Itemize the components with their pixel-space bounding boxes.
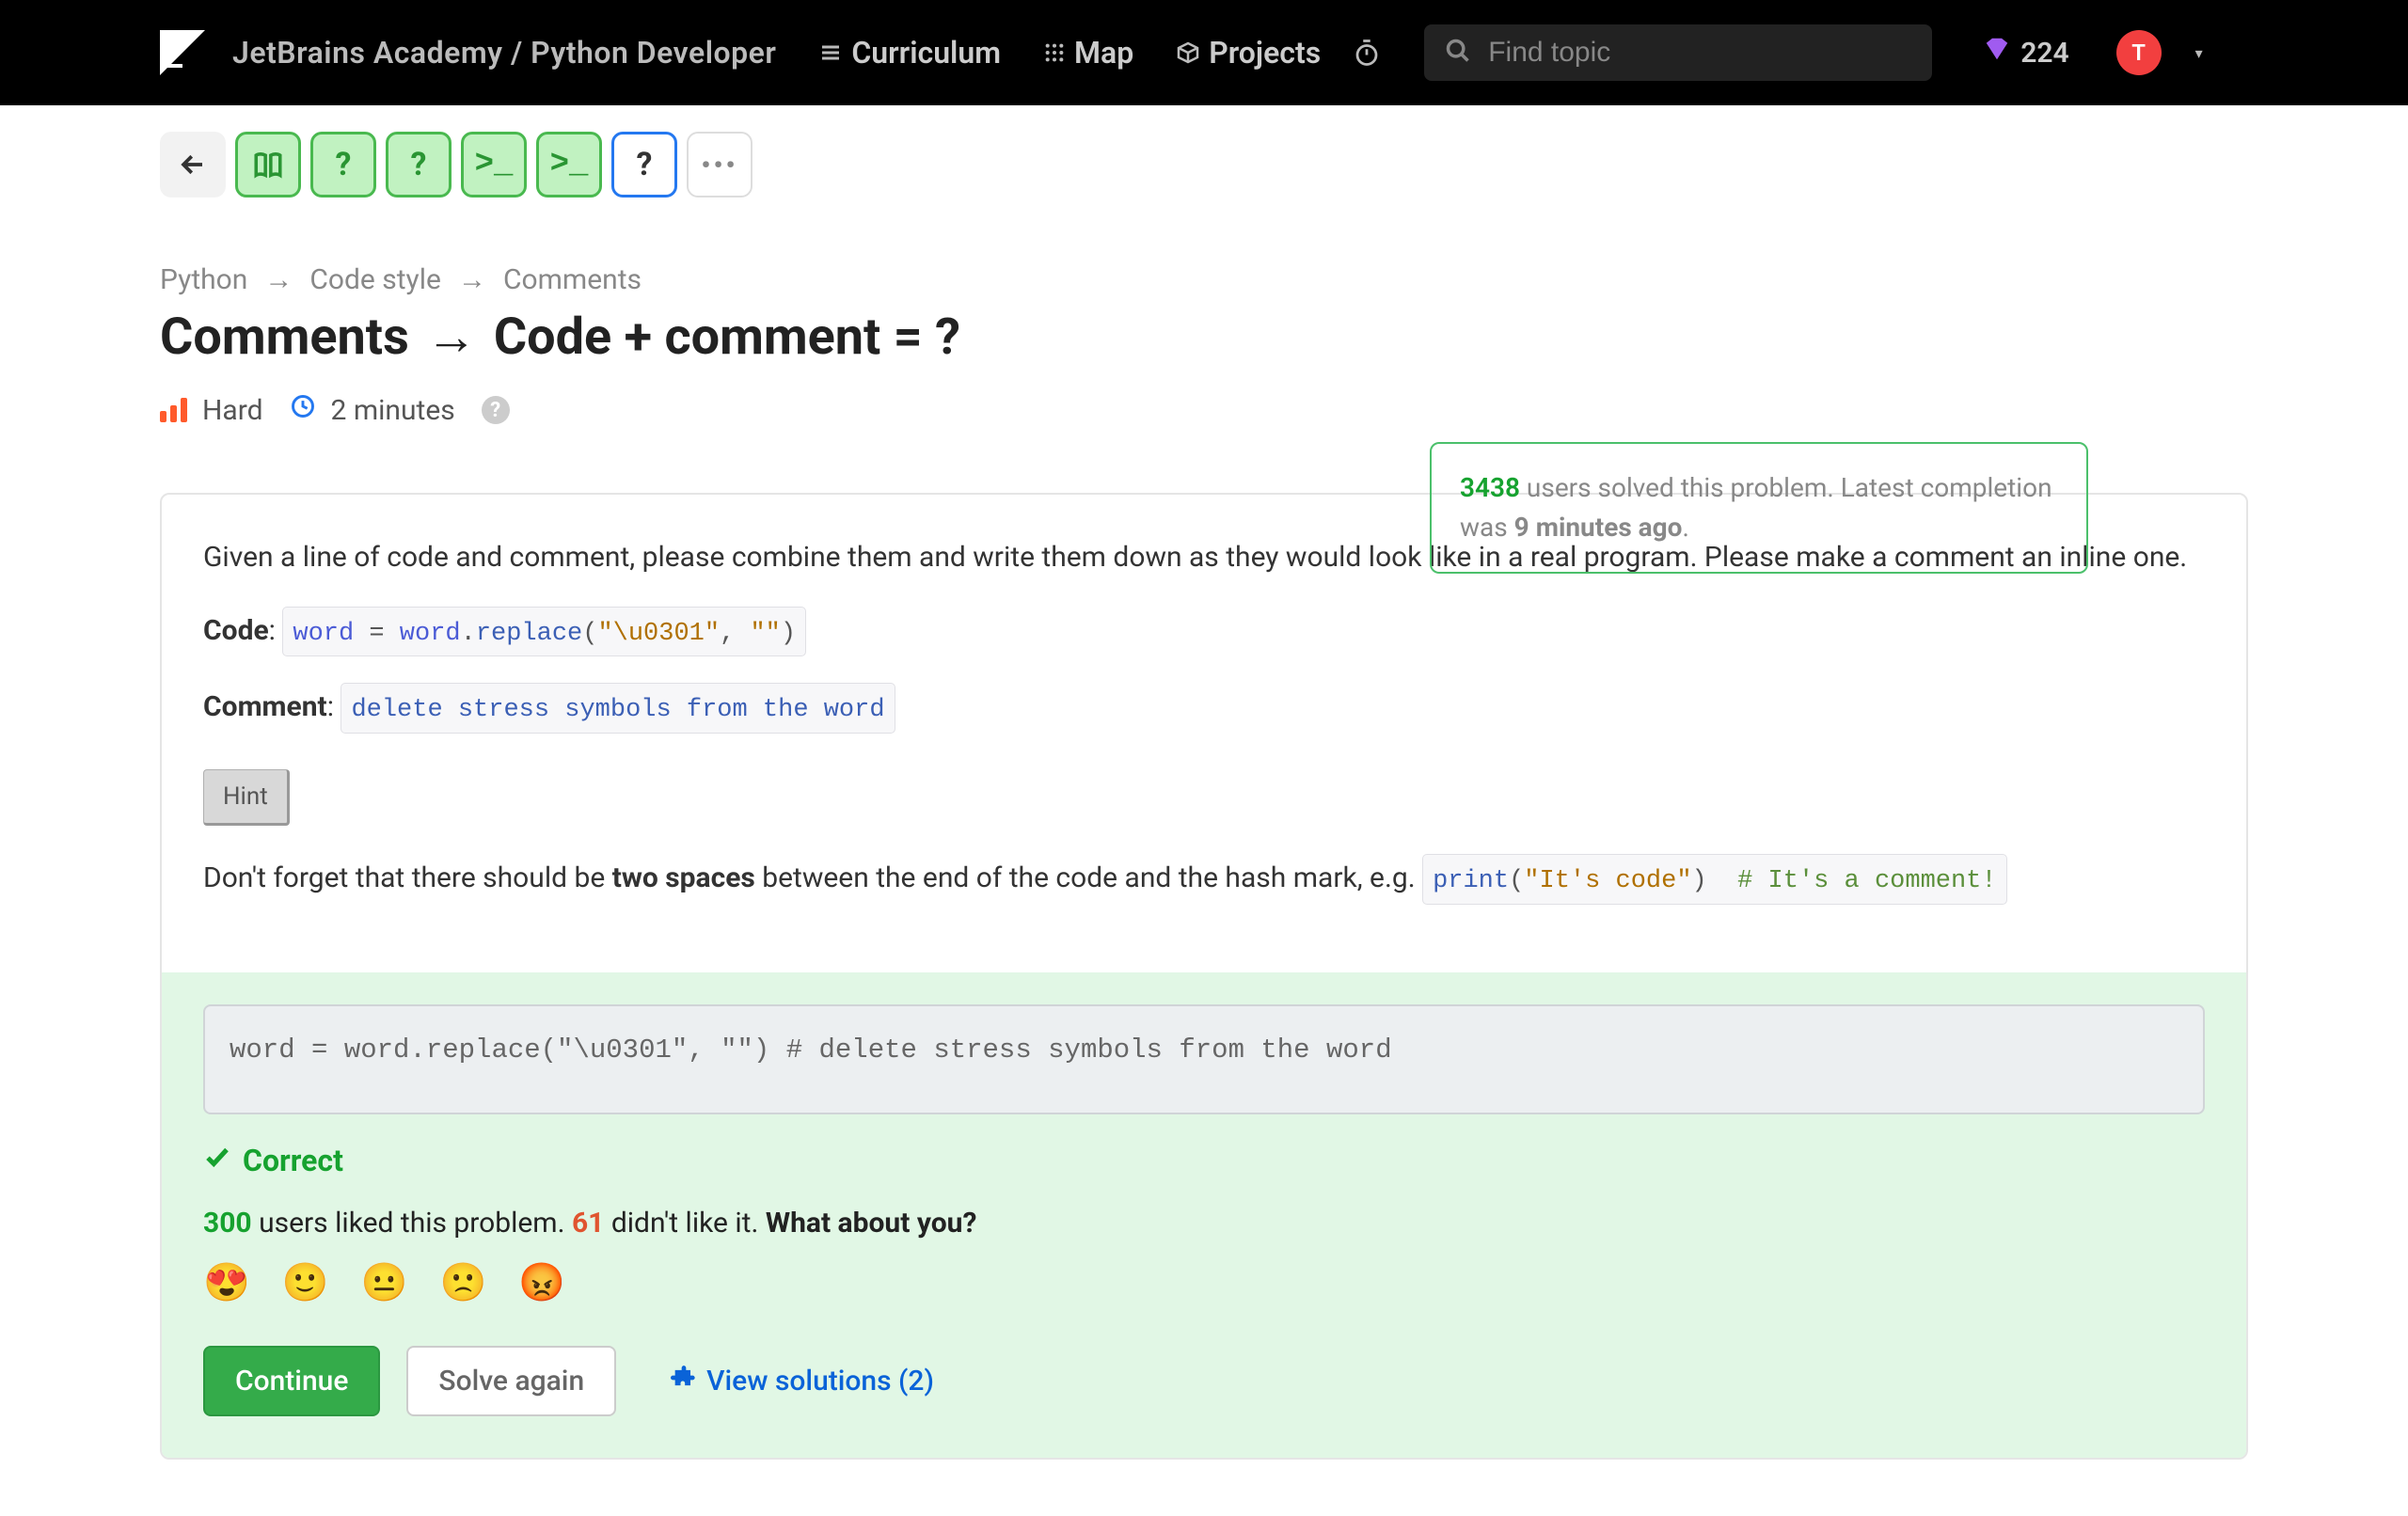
meta-row: Hard 2 minutes ? — [160, 393, 2248, 427]
solved-count: 3438 — [1460, 472, 1520, 503]
dislikes-suffix: didn't like it. — [604, 1207, 765, 1240]
step-question-1[interactable]: ? — [310, 132, 376, 197]
arrow-icon: → — [426, 308, 477, 367]
check-icon — [203, 1143, 231, 1178]
code-label: Code — [203, 614, 269, 647]
view-solutions-label: View solutions (2) — [706, 1365, 934, 1398]
dislikes-count: 61 — [572, 1207, 604, 1240]
gems-label: 224 — [2020, 37, 2068, 70]
clock-icon — [290, 393, 316, 427]
nav-map[interactable]: Map — [1044, 35, 1133, 71]
likes-count: 300 — [203, 1207, 252, 1240]
step-code-2[interactable]: >_ — [536, 132, 602, 197]
crumb-a[interactable]: Python — [160, 263, 247, 296]
step-code-1[interactable]: >_ — [461, 132, 527, 197]
code-line: Code: word = word.replace("\u0301", "") — [203, 607, 2205, 657]
logo-icon[interactable] — [160, 30, 205, 75]
back-button[interactable] — [160, 132, 226, 197]
step-current[interactable]: ? — [611, 132, 677, 197]
search-icon — [1445, 38, 1471, 68]
search-box[interactable] — [1424, 24, 1932, 81]
gem-icon — [1983, 35, 2011, 71]
comment-line: Comment: delete stress symbols from the … — [203, 683, 2205, 734]
nav-map-label: Map — [1074, 35, 1133, 71]
box-icon — [1177, 41, 1199, 64]
hint-c: between the end of the code and the hash… — [755, 861, 1422, 894]
page-title: Comments → Code + comment = ? — [160, 308, 2248, 367]
problem-card: Given a line of code and comment, please… — [160, 493, 2248, 1460]
search-input[interactable] — [1488, 37, 1911, 69]
period: . — [1682, 512, 1688, 543]
feedback-prompt: What about you? — [766, 1207, 977, 1240]
likes-suffix: users liked this problem. — [252, 1207, 572, 1240]
gems-count[interactable]: 224 — [1983, 35, 2068, 71]
comment-value: delete stress symbols from the word — [351, 696, 884, 724]
title-left: Comments — [160, 308, 409, 367]
brand-title[interactable]: JetBrains Academy / Python Developer — [232, 35, 776, 71]
code-value: word = word.replace("\u0301", "") — [293, 620, 796, 648]
hint-text: Don't forget that there should be two sp… — [203, 854, 2205, 905]
button-row: Continue Solve again View solutions (2) — [203, 1346, 2205, 1416]
view-solutions-link[interactable]: View solutions (2) — [671, 1365, 934, 1398]
hint-example: print("It's code") # It's a comment! — [1433, 867, 1997, 895]
hint-b: two spaces — [612, 861, 755, 894]
answer-input[interactable]: word = word.replace("\u0301", "") # dele… — [203, 1004, 2205, 1114]
difficulty-label: Hard — [202, 394, 263, 427]
breadcrumb: Python → Code style → Comments — [160, 263, 2248, 296]
step-question-2[interactable]: ? — [386, 132, 452, 197]
hint-button[interactable]: Hint — [203, 769, 290, 826]
timer-icon[interactable] — [1353, 39, 1381, 67]
hint-a: Don't forget that there should be — [203, 861, 612, 894]
list-icon — [819, 41, 842, 64]
time-label: 2 minutes — [331, 394, 455, 427]
nav-projects-label: Projects — [1209, 35, 1321, 71]
result-zone: word = word.replace("\u0301", "") # dele… — [162, 972, 2246, 1458]
step-theory[interactable] — [235, 132, 301, 197]
arrow-icon: → — [458, 263, 486, 296]
comment-label: Comment — [203, 690, 327, 723]
step-nav: ? ? >_ >_ ? ••• — [160, 132, 2248, 197]
nav-curriculum[interactable]: Curriculum — [819, 35, 1001, 71]
continue-button[interactable]: Continue — [203, 1346, 380, 1416]
arrow-icon: → — [264, 263, 293, 296]
stats-box: 3438 users solved this problem. Latest c… — [1430, 442, 2088, 574]
avatar[interactable]: T — [2116, 30, 2162, 75]
feedback-line: 300 users liked this problem. 61 didn't … — [203, 1207, 2205, 1240]
chevron-down-icon[interactable]: ▾ — [2195, 44, 2203, 62]
nav-projects[interactable]: Projects — [1177, 35, 1321, 71]
emoji-love[interactable]: 😍 — [203, 1260, 250, 1304]
puzzle-icon — [671, 1365, 697, 1398]
emoji-frown[interactable]: 🙁 — [439, 1260, 486, 1304]
help-icon[interactable]: ? — [482, 396, 510, 424]
emoji-smile[interactable]: 🙂 — [282, 1260, 329, 1304]
crumb-c[interactable]: Comments — [503, 263, 642, 296]
crumb-b[interactable]: Code style — [309, 263, 441, 296]
topbar: JetBrains Academy / Python Developer Cur… — [0, 0, 2408, 105]
difficulty-icon — [160, 398, 187, 422]
solved-ago: 9 minutes ago — [1514, 512, 1683, 543]
emoji-angry[interactable]: 😡 — [518, 1260, 565, 1304]
title-right: Code + comment = ? — [494, 308, 960, 367]
grid-icon — [1044, 42, 1065, 63]
nav-curriculum-label: Curriculum — [851, 35, 1001, 71]
correct-label: Correct — [243, 1143, 343, 1178]
step-more[interactable]: ••• — [687, 132, 752, 197]
emoji-neutral[interactable]: 😐 — [361, 1260, 408, 1304]
emoji-row: 😍 🙂 😐 🙁 😡 — [203, 1260, 2205, 1304]
correct-badge: Correct — [203, 1143, 2205, 1178]
solve-again-button[interactable]: Solve again — [406, 1346, 616, 1416]
